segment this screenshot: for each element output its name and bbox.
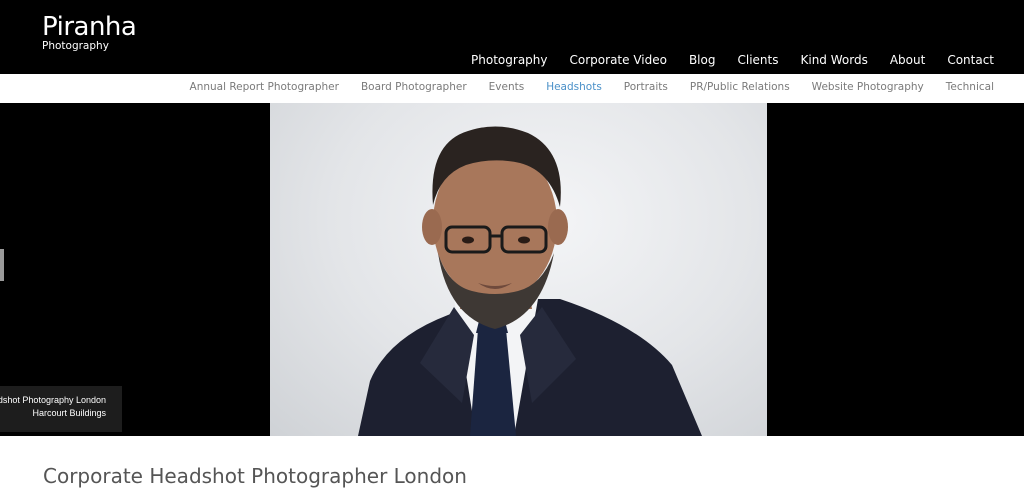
main-nav: Photography Corporate Video Blog Clients…: [471, 53, 994, 67]
subnav-technical[interactable]: Technical: [946, 81, 994, 93]
page-title: Corporate Headshot Photographer London: [43, 464, 467, 488]
portrait-illustration: [358, 126, 702, 436]
hero-slider[interactable]: Corporate Headshot Photography London Ha…: [0, 103, 1024, 436]
subnav-website-photography[interactable]: Website Photography: [812, 81, 924, 93]
nav-blog[interactable]: Blog: [689, 53, 716, 67]
logo-wordmark[interactable]: Piranha: [42, 14, 137, 40]
subnav-pr-public-relations[interactable]: PR/Public Relations: [690, 81, 790, 93]
slide-caption: Corporate Headshot Photography London Ha…: [0, 386, 122, 432]
nav-kind-words[interactable]: Kind Words: [800, 53, 867, 67]
subnav-headshots[interactable]: Headshots: [546, 81, 602, 93]
logo-tagline[interactable]: Photography: [42, 40, 109, 52]
caption-subtitle: Harcourt Buildings: [32, 408, 106, 418]
sub-nav-items: Annual Report Photographer Board Photogr…: [190, 81, 994, 93]
site-header: Piranha Photography Photography Corporat…: [0, 0, 1024, 74]
subnav-board-photographer[interactable]: Board Photographer: [361, 81, 467, 93]
nav-contact[interactable]: Contact: [947, 53, 994, 67]
nav-clients[interactable]: Clients: [737, 53, 778, 67]
headshot-photo: [270, 103, 767, 436]
nav-corporate-video[interactable]: Corporate Video: [570, 53, 667, 67]
subnav-annual-report-photographer[interactable]: Annual Report Photographer: [190, 81, 339, 93]
sub-nav: Annual Report Photographer Board Photogr…: [0, 74, 1024, 103]
subnav-events[interactable]: Events: [489, 81, 525, 93]
nav-about[interactable]: About: [890, 53, 925, 67]
slider-prev-handle[interactable]: [0, 249, 4, 281]
subnav-portraits[interactable]: Portraits: [624, 81, 668, 93]
caption-title: Corporate Headshot Photography London: [0, 395, 106, 405]
nav-photography[interactable]: Photography: [471, 53, 547, 67]
